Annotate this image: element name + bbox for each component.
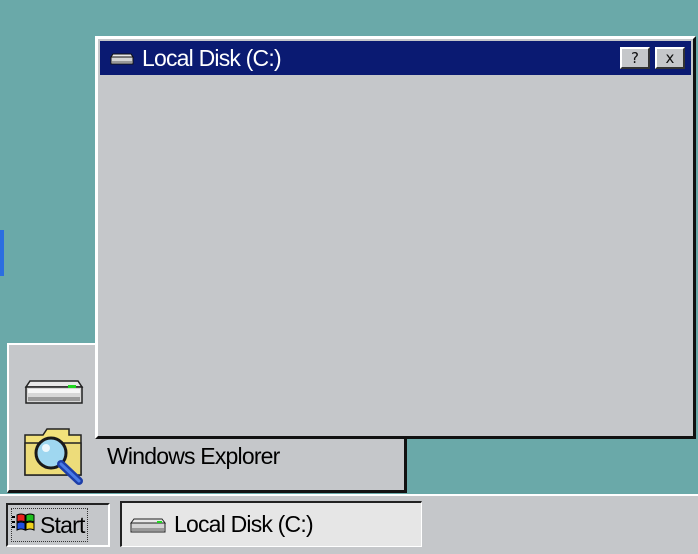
taskbar-item-local-disk[interactable]: Local Disk (C:)	[120, 501, 422, 547]
taskbar: Start Local Disk (C:)	[0, 494, 698, 554]
windows-explorer-label: Windows Explorer	[107, 443, 280, 469]
drive-icon	[130, 517, 166, 540]
windows-logo-icon	[12, 512, 36, 539]
start-label: Start	[40, 511, 85, 538]
close-button[interactable]: x	[655, 47, 685, 69]
start-button[interactable]: Start	[6, 503, 110, 547]
title-buttons: ? x	[620, 47, 685, 69]
desktop-edge-highlight	[0, 230, 4, 276]
drive-icon	[110, 52, 134, 71]
local-disk-window: Local Disk (C:) ? x	[95, 36, 696, 439]
start-panel-item-drive[interactable]	[24, 375, 84, 412]
window-titlebar[interactable]: Local Disk (C:) ? x	[100, 41, 691, 75]
help-button[interactable]: ?	[620, 47, 650, 69]
taskbar-item-label: Local Disk (C:)	[174, 511, 314, 537]
start-button-focus: Start	[11, 508, 88, 542]
window-title: Local Disk (C:)	[142, 44, 282, 71]
start-panel-item-windows-explorer[interactable]	[21, 421, 89, 492]
drive-icon	[24, 375, 84, 412]
explorer-icon	[21, 421, 89, 492]
